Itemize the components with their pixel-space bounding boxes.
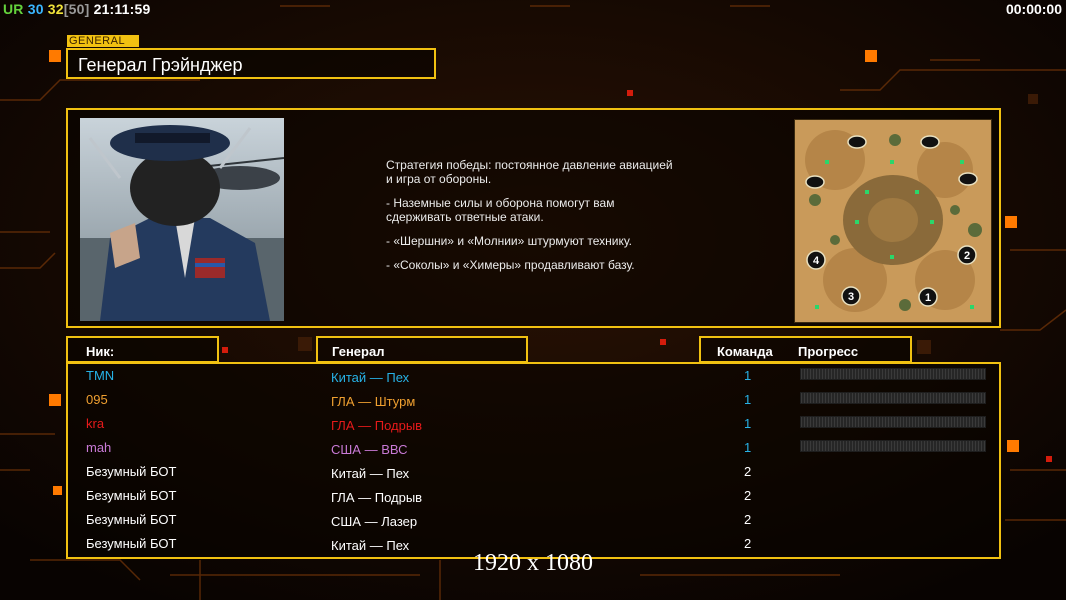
strategy-line-2: - Наземные силы и оборона помогут вам сд…	[386, 196, 615, 224]
general-name: Генерал Грэйнджер	[78, 55, 243, 75]
general-header-label: Генерал	[332, 344, 385, 359]
player-row: Безумный БОТ Китай — Пех 2	[68, 461, 998, 483]
player-general: Китай — Пех	[331, 370, 410, 385]
team-progress-header: Команда Прогресс	[699, 336, 912, 363]
strategy-text: Стратегия победы: постоянное давление ав…	[386, 158, 726, 282]
player-general: ГЛА — Подрыв	[331, 418, 423, 433]
general-portrait	[80, 118, 284, 321]
stat-c: [50]	[63, 1, 90, 17]
player-row: Безумный БОТ ГЛА — Подрыв 2	[68, 485, 998, 507]
spawn-1: 1	[925, 292, 931, 304]
player-general: США — Лазер	[331, 514, 418, 529]
player-general: Китай — Пех	[331, 466, 410, 481]
version-label: UR	[3, 1, 24, 17]
general-title-box: Генерал Грэйнджер	[66, 48, 436, 79]
general-info-panel: Стратегия победы: постоянное давление ав…	[66, 108, 1001, 328]
nick-header: Ник:	[66, 336, 219, 363]
player-nick: Безумный БОТ	[86, 488, 177, 503]
player-row: Безумный БОТ США — Лазер 2	[68, 509, 998, 531]
player-progress-bar	[800, 416, 986, 428]
player-nick: 095	[86, 392, 108, 407]
stat-b: 32	[47, 1, 64, 17]
stat-a: 30	[27, 1, 44, 17]
player-row: kra ГЛА — Подрыв 1	[68, 413, 998, 435]
map-preview: 4 2 3 1	[794, 119, 992, 323]
player-team: 1	[744, 416, 752, 431]
player-team: 2	[744, 536, 752, 551]
strategy-line-4: - «Соколы» и «Химеры» продавливают базу.	[386, 258, 635, 272]
nick-header-label: Ник:	[86, 344, 115, 359]
player-nick: Безумный БОТ	[86, 536, 177, 551]
player-row: TMN Китай — Пех 1	[68, 365, 998, 387]
player-nick: kra	[86, 416, 105, 431]
player-team: 1	[744, 440, 752, 455]
spawn-4: 4	[813, 255, 820, 267]
player-progress-bar	[800, 392, 986, 404]
hud-stats: UR 30 32[50] 21:11:59	[3, 1, 150, 17]
player-team: 1	[744, 392, 752, 407]
general-header: Генерал	[316, 336, 528, 363]
players-list: TMN Китай — Пех 1 095 ГЛА — Штурм 1 kra ГЛА — П…	[66, 362, 1001, 559]
player-nick: TMN	[86, 368, 115, 383]
general-tag: GENERAL	[67, 35, 139, 47]
strategy-line-3: - «Шершни» и «Молнии» штурмуют технику.	[386, 234, 632, 248]
player-team: 2	[744, 464, 752, 479]
player-nick: Безумный БОТ	[86, 512, 177, 527]
player-progress-bar	[800, 368, 986, 380]
spawn-3: 3	[848, 291, 854, 303]
resolution-label: 1920 x 1080	[473, 550, 593, 576]
team-header-label: Команда	[717, 344, 773, 359]
player-general: США — ВВС	[331, 442, 408, 457]
player-team: 2	[744, 488, 752, 503]
player-progress-bar	[800, 440, 986, 452]
strategy-line-1: Стратегия победы: постоянное давление ав…	[386, 158, 673, 186]
progress-header-label: Прогресс	[798, 344, 859, 359]
player-nick: mah	[86, 440, 112, 455]
spawn-2: 2	[964, 250, 970, 262]
player-general: ГЛА — Подрыв	[331, 490, 423, 505]
player-team: 1	[744, 368, 752, 383]
player-row: 095 ГЛА — Штурм 1	[68, 389, 998, 411]
game-timer: 00:00:00	[1005, 1, 1062, 17]
clock: 21:11:59	[93, 1, 151, 17]
player-row: mah США — ВВС 1	[68, 437, 998, 459]
player-nick: Безумный БОТ	[86, 464, 177, 479]
player-team: 2	[744, 512, 752, 527]
player-general: ГЛА — Штурм	[331, 394, 416, 409]
